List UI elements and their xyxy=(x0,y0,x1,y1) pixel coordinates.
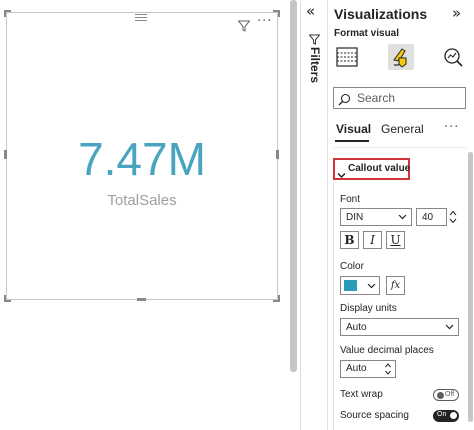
chevron-down-icon xyxy=(337,164,346,183)
toggle-knob xyxy=(450,412,457,419)
toggle-knob xyxy=(437,392,444,399)
resize-corner-bottom-right[interactable] xyxy=(273,295,280,302)
decimal-places-value: Auto xyxy=(346,363,367,374)
tab-visual[interactable]: Visual xyxy=(336,122,371,136)
canvas-scrollbar[interactable] xyxy=(290,0,297,372)
italic-button[interactable]: I xyxy=(363,231,382,249)
callout-value: 7.47M xyxy=(78,133,206,185)
resize-corner-top-right[interactable] xyxy=(273,10,280,17)
chevron-down-icon xyxy=(398,214,407,220)
spinner-arrows-icon[interactable] xyxy=(384,362,392,376)
tab-general[interactable]: General xyxy=(381,122,424,136)
decimal-places-input[interactable]: Auto xyxy=(340,360,396,378)
color-label: Color xyxy=(340,261,364,272)
font-family-dropdown[interactable]: DIN xyxy=(340,208,412,226)
format-visual-icon[interactable] xyxy=(388,44,414,70)
decimal-places-label: Value decimal places xyxy=(340,345,434,356)
text-wrap-label: Text wrap xyxy=(340,389,383,400)
pane-scrollbar[interactable] xyxy=(468,152,473,422)
category-label: TotalSales xyxy=(107,192,177,209)
color-swatch xyxy=(344,280,357,291)
display-units-label: Display units xyxy=(340,303,397,314)
more-options-icon[interactable]: ··· xyxy=(257,14,272,29)
callout-value-section-title: Callout value xyxy=(348,163,411,174)
font-size-stepper[interactable] xyxy=(448,209,458,225)
expand-filters-icon[interactable]: « xyxy=(306,2,315,20)
filter-icon[interactable] xyxy=(237,17,251,36)
analytics-icon[interactable] xyxy=(440,44,466,70)
pane-title: Visualizations xyxy=(334,6,428,22)
font-size-input[interactable]: 40 xyxy=(416,208,447,226)
text-wrap-state: Off xyxy=(445,391,455,398)
build-visual-icon[interactable] xyxy=(334,44,360,70)
underline-button[interactable]: U xyxy=(386,231,405,249)
source-spacing-state: On xyxy=(437,411,447,418)
resize-corner-bottom-left[interactable] xyxy=(4,295,11,302)
search-placeholder: Search xyxy=(357,91,396,105)
font-family-value: DIN xyxy=(346,211,364,223)
filters-pane-label[interactable]: Filters xyxy=(306,47,322,83)
text-wrap-toggle[interactable]: Off xyxy=(433,389,459,401)
format-visual-label: Format visual xyxy=(334,28,400,39)
search-icon xyxy=(338,91,351,110)
source-spacing-label: Source spacing xyxy=(340,410,409,421)
search-input[interactable] xyxy=(333,87,466,109)
display-units-dropdown[interactable]: Auto xyxy=(340,318,459,336)
font-label: Font xyxy=(340,194,361,205)
drag-grip-icon[interactable] xyxy=(135,14,147,21)
bold-button[interactable]: B xyxy=(340,231,359,249)
active-tab-indicator xyxy=(335,140,369,142)
chevron-down-icon xyxy=(445,324,454,330)
chevron-down-icon xyxy=(367,283,376,289)
resize-handle-bottom[interactable] xyxy=(137,298,146,301)
resize-corner-top-left[interactable] xyxy=(4,10,11,17)
tabs-more-icon[interactable]: ··· xyxy=(444,120,459,135)
tabs-divider xyxy=(333,147,467,148)
font-size-value: 40 xyxy=(422,211,434,223)
conditional-formatting-button[interactable]: fx xyxy=(386,276,405,295)
source-spacing-toggle[interactable]: On xyxy=(433,410,459,422)
display-units-value: Auto xyxy=(346,321,367,333)
section-rail xyxy=(333,183,334,430)
collapse-pane-icon[interactable]: » xyxy=(452,4,461,22)
